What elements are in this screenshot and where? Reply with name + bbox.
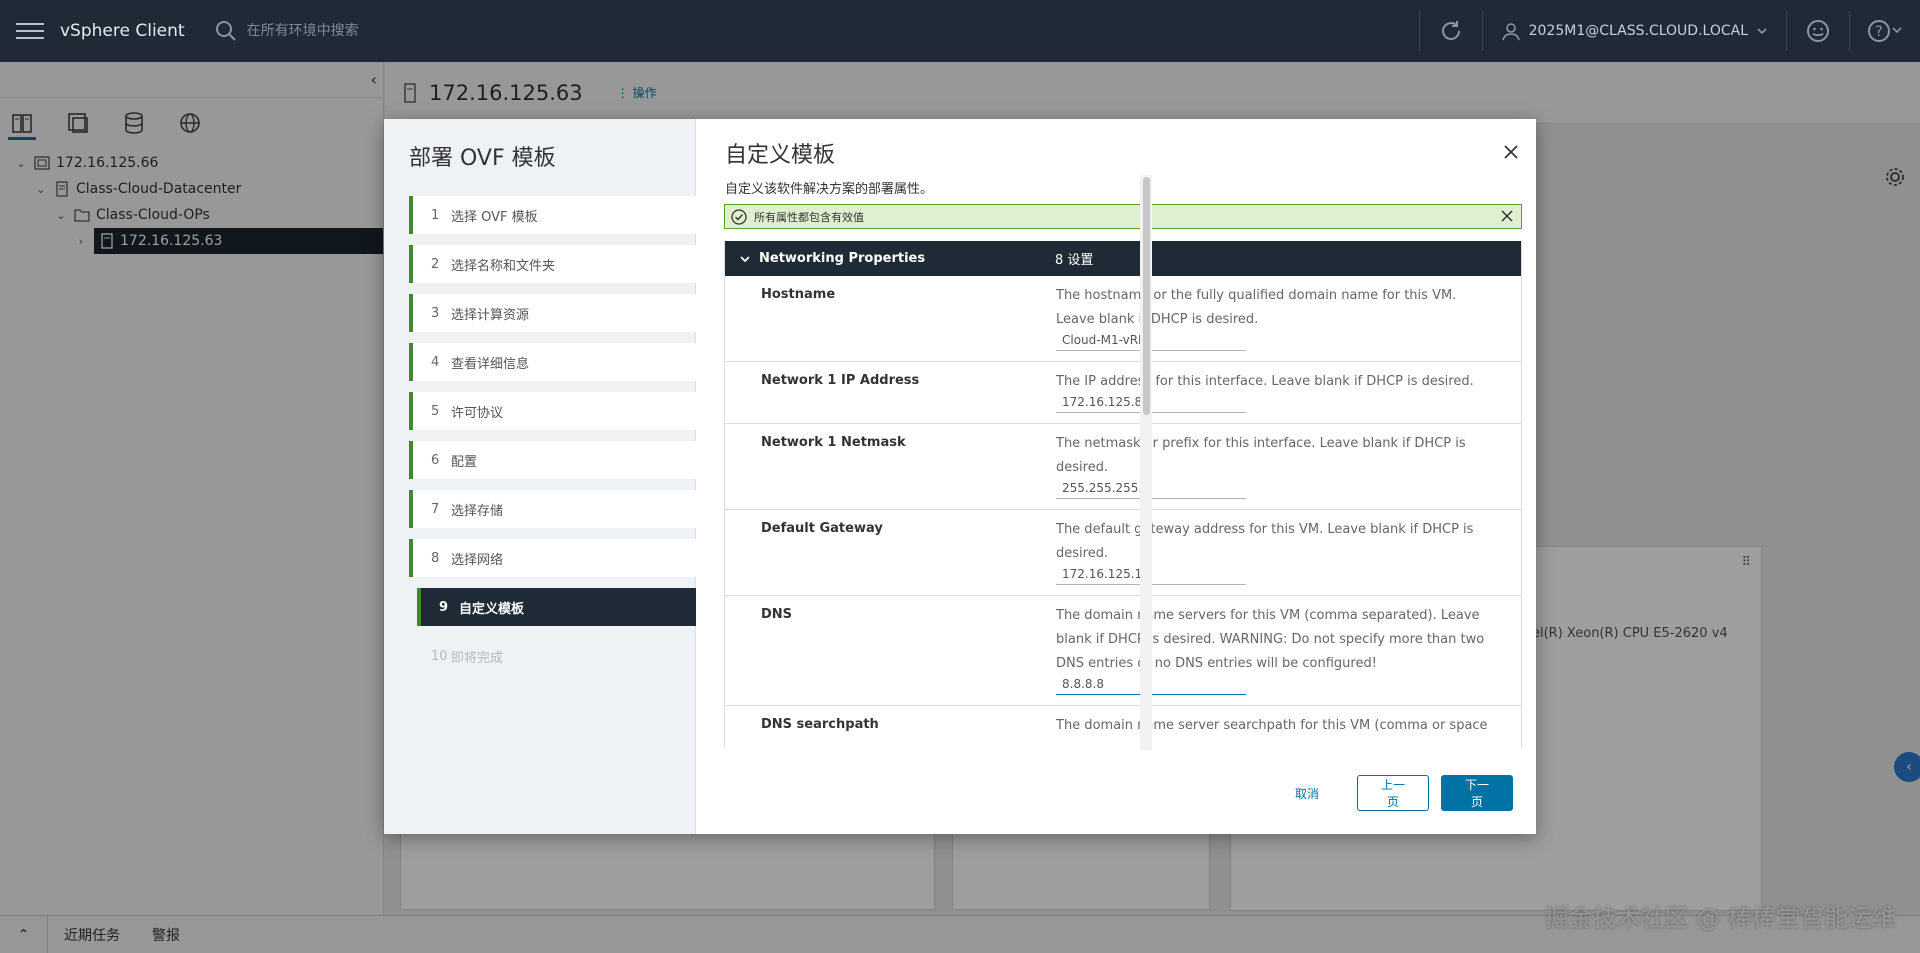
property-row-ip-address: Network 1 IP Address The IP address for … (725, 362, 1521, 424)
step-number: 5 (431, 403, 440, 419)
dismiss-alert-icon[interactable] (1499, 208, 1515, 224)
step-number: 8 (431, 550, 440, 566)
property-label: Network 1 IP Address (761, 373, 920, 388)
user-icon (1501, 23, 1520, 41)
group-count: 8 设置 (1055, 253, 1094, 268)
property-description: The IP address for this interface. Leave… (1056, 374, 1474, 389)
search-input[interactable] (246, 23, 507, 39)
chevron-down-icon (1757, 28, 1767, 35)
deploy-ovf-dialog: 部署 OVF 模板 1 选择 OVF 模板 2 选择名称和文件夹 3 选择计算资源 4… (384, 119, 1536, 834)
properties-scroll-area[interactable]: Networking Properties 8 设置 Hostname The … (724, 241, 1522, 748)
search-icon (215, 21, 236, 41)
close-icon (1504, 145, 1518, 159)
help-button[interactable]: ? (1850, 0, 1920, 62)
step-label: 查看详细信息 (451, 356, 530, 372)
step-label: 选择名称和文件夹 (451, 258, 556, 274)
wizard-step-1[interactable]: 1 选择 OVF 模板 (409, 196, 696, 234)
svg-text:?: ? (1875, 24, 1882, 40)
wizard-step-5[interactable]: 5 许可协议 (409, 392, 696, 430)
success-alert: 所有属性都包含有效值 (724, 204, 1522, 229)
wizard-footer: 取消 上一页 下一页 (1269, 775, 1513, 811)
refresh-icon (1441, 21, 1460, 40)
step-number: 2 (431, 256, 440, 272)
next-button[interactable]: 下一页 (1441, 775, 1513, 811)
wizard-step-4[interactable]: 4 查看详细信息 (409, 343, 696, 381)
wizard-steps: 1 选择 OVF 模板 2 选择名称和文件夹 3 选择计算资源 4 查看详细信息 5 许可… (409, 196, 696, 686)
user-menu[interactable]: 2025M1@CLASS.CLOUD.LOCAL (1483, 21, 1786, 41)
group-name: Networking Properties (759, 251, 926, 266)
wizard-step-7[interactable]: 7 选择存储 (409, 490, 696, 528)
step-label: 许可协议 (451, 405, 504, 421)
menu-icon[interactable] (16, 23, 44, 39)
property-row-gateway: Default Gateway The default gateway addr… (725, 510, 1521, 596)
property-row-netmask: Network 1 Netmask The netmask or prefix … (725, 424, 1521, 510)
smiley-icon (1807, 20, 1829, 42)
property-row-dns-searchpath: DNS searchpath The domain name server se… (725, 706, 1521, 748)
step-number: 7 (431, 501, 440, 517)
app-brand[interactable]: vSphere Client (60, 21, 185, 41)
step-label: 选择存储 (451, 503, 504, 519)
page-title: 自定义模板 (725, 143, 836, 168)
step-label: 即将完成 (451, 650, 504, 666)
step-number: 4 (431, 354, 440, 370)
close-button[interactable] (1500, 141, 1522, 163)
feedback-button[interactable] (1787, 0, 1849, 62)
step-number: 10 (431, 648, 448, 664)
check-circle-icon (731, 208, 747, 225)
step-label: 选择计算资源 (451, 307, 530, 323)
property-description: The hostname or the fully qualified doma… (1056, 288, 1457, 327)
property-group-header[interactable]: Networking Properties 8 设置 (725, 241, 1521, 276)
step-label: 自定义模板 (459, 601, 525, 617)
property-label: DNS searchpath (761, 717, 879, 732)
wizard-steps-panel: 部署 OVF 模板 1 选择 OVF 模板 2 选择名称和文件夹 3 选择计算资源 4… (384, 119, 696, 834)
property-label: Default Gateway (761, 521, 883, 536)
property-label: DNS (761, 607, 793, 622)
wizard-step-10: 10 即将完成 (409, 637, 696, 675)
chevron-down-icon (740, 255, 750, 262)
step-number: 9 (439, 599, 449, 615)
step-number: 1 (431, 207, 440, 223)
wizard-content: 自定义模板 自定义该软件解决方案的部署属性。 所有属性都包含有效值 Networ… (696, 119, 1536, 834)
top-header: vSphere Client 2025M1@CLASS.CLOUD.LOCAL … (0, 0, 1920, 62)
success-message: 所有属性都包含有效值 (754, 210, 864, 224)
step-number: 6 (431, 452, 440, 468)
step-label: 配置 (451, 454, 478, 470)
back-button[interactable]: 上一页 (1357, 775, 1429, 811)
wizard-step-8[interactable]: 8 选择网络 (409, 539, 696, 577)
property-row-dns: DNS The domain name servers for this VM … (725, 596, 1521, 706)
wizard-step-2[interactable]: 2 选择名称和文件夹 (409, 245, 696, 283)
property-row-hostname: Hostname The hostname or the fully quali… (725, 276, 1521, 362)
property-description: The domain name server searchpath for th… (1056, 718, 1488, 733)
property-label: Hostname (761, 287, 836, 302)
property-description: The default gateway address for this VM.… (1056, 522, 1474, 561)
step-label: 选择 OVF 模板 (451, 209, 538, 225)
global-search[interactable] (215, 20, 507, 42)
help-icon: ? (1868, 20, 1902, 42)
wizard-step-9[interactable]: 9 自定义模板 (417, 588, 696, 626)
wizard-step-6[interactable]: 6 配置 (409, 441, 696, 479)
scrollbar-thumb[interactable] (1143, 177, 1150, 415)
page-subtitle: 自定义该软件解决方案的部署属性。 (725, 182, 934, 197)
content-scrollbar[interactable] (1140, 175, 1152, 750)
step-label: 选择网络 (451, 552, 504, 568)
cancel-button[interactable]: 取消 (1269, 775, 1345, 811)
wizard-step-3[interactable]: 3 选择计算资源 (409, 294, 696, 332)
property-description: The netmask or prefix for this interface… (1056, 436, 1466, 475)
property-label: Network 1 Netmask (761, 435, 906, 450)
refresh-button[interactable] (1420, 0, 1482, 62)
step-number: 3 (431, 305, 440, 321)
property-description: The domain name servers for this VM (com… (1056, 608, 1485, 671)
user-name: 2025M1@CLASS.CLOUD.LOCAL (1528, 23, 1748, 39)
wizard-title: 部署 OVF 模板 (409, 146, 556, 171)
